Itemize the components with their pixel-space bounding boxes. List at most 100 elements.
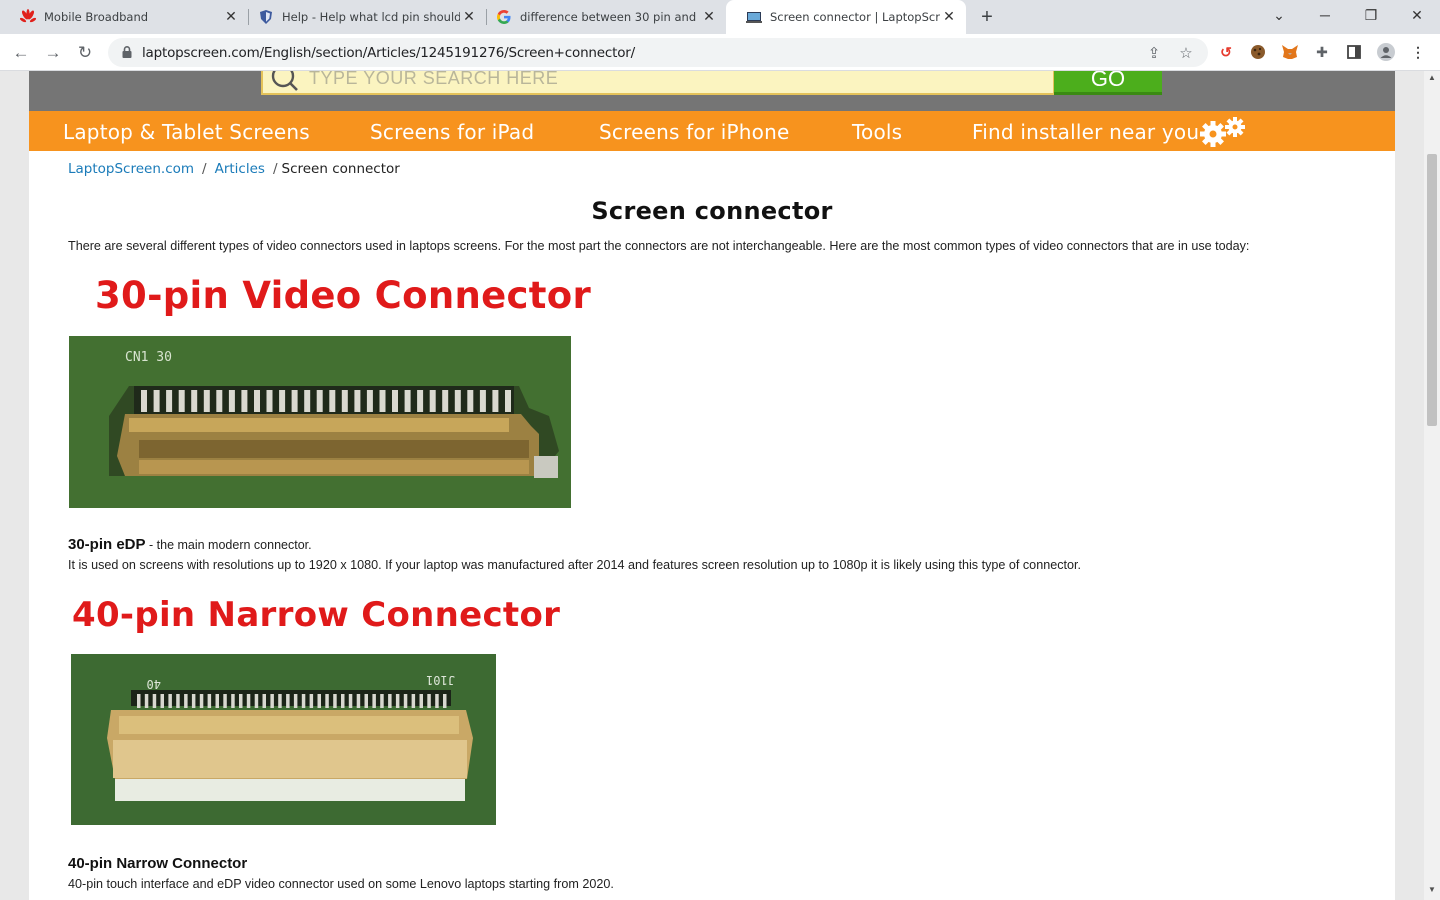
connector-pin bbox=[492, 390, 499, 412]
nav-find-installer[interactable]: Find installer near you bbox=[972, 120, 1199, 144]
tab-google-search[interactable]: difference between 30 pin and 40 ✕ bbox=[476, 0, 726, 34]
connector-pin bbox=[411, 694, 416, 708]
connector-pin bbox=[168, 694, 172, 708]
connector-pin bbox=[417, 390, 424, 412]
scroll-thumb[interactable] bbox=[1427, 154, 1437, 426]
connector-pin bbox=[199, 694, 204, 708]
nav-laptop-tablet-screens[interactable]: Laptop & Tablet Screens bbox=[63, 120, 310, 144]
tab-help[interactable]: Help - Help what lcd pin should i ✕ bbox=[238, 0, 486, 34]
tab-mobile-broadband[interactable]: Mobile Broadband ✕ bbox=[0, 0, 248, 34]
main-nav: Laptop & Tablet Screens Screens for iPad… bbox=[29, 111, 1395, 151]
connector-pin bbox=[429, 390, 436, 412]
connector-40pin-description: 40-pin touch interface and eDP video con… bbox=[68, 877, 614, 891]
connector-40pin-photo: 40 J101 bbox=[71, 654, 496, 825]
back-arrow-icon[interactable]: ← bbox=[8, 40, 34, 66]
share-icon[interactable]: ⇪ bbox=[1144, 43, 1164, 63]
tab-search-icon[interactable]: ⌄ bbox=[1256, 0, 1302, 30]
connector-pin bbox=[317, 694, 321, 708]
nav-screens-ipad[interactable]: Screens for iPad bbox=[370, 120, 534, 144]
extensions-puzzle-icon[interactable]: ✚ bbox=[1312, 42, 1332, 62]
connector-40pin-caption: 40-pin Narrow Connector bbox=[68, 855, 248, 872]
connector-pin bbox=[341, 694, 345, 708]
restore-button[interactable]: ❐ bbox=[1348, 0, 1394, 30]
connector-pin bbox=[254, 390, 260, 412]
site-container: TYPE YOUR SEARCH HERE GO Laptop & Tablet… bbox=[29, 71, 1395, 900]
connector-30pin-caption: 30-pin eDP - the main modern connector. bbox=[68, 536, 312, 553]
breadcrumb-home-link[interactable]: LaptopScreen.com bbox=[68, 161, 194, 177]
connector-pin bbox=[279, 390, 286, 412]
connector-pin bbox=[388, 694, 392, 708]
google-icon bbox=[496, 9, 512, 25]
close-tab-icon[interactable]: ✕ bbox=[700, 8, 718, 26]
browser-toolbar: ← → ↻ laptopscreen.com/English/section/A… bbox=[0, 34, 1440, 71]
connector-30pin-description: It is used on screens with resolutions u… bbox=[68, 558, 1081, 572]
forward-arrow-icon[interactable]: → bbox=[40, 40, 66, 66]
connector-pin bbox=[505, 390, 511, 412]
connector-pin bbox=[329, 390, 336, 412]
nav-screens-iphone[interactable]: Screens for iPhone bbox=[599, 120, 790, 144]
connector-pin bbox=[254, 694, 259, 708]
connector-pin bbox=[392, 390, 398, 412]
pcb-label: J101 bbox=[426, 673, 455, 687]
breadcrumb-separator: / bbox=[202, 161, 207, 177]
connector-pin bbox=[341, 390, 348, 412]
new-tab-button[interactable]: + bbox=[976, 6, 998, 28]
connector-pin bbox=[262, 694, 266, 708]
connector-pin bbox=[403, 694, 408, 708]
metamask-fox-icon[interactable] bbox=[1280, 42, 1300, 62]
connector-pin bbox=[152, 694, 157, 708]
connector-pin bbox=[153, 390, 160, 412]
breadcrumb-articles-link[interactable]: Articles bbox=[215, 161, 265, 177]
site-search-box[interactable]: TYPE YOUR SEARCH HERE bbox=[261, 71, 1055, 95]
connector-pin bbox=[454, 390, 461, 412]
close-tab-icon[interactable]: ✕ bbox=[940, 8, 958, 26]
connector-pin bbox=[395, 694, 400, 708]
shield-icon bbox=[258, 9, 274, 25]
tab-title: Help - Help what lcd pin should i bbox=[282, 10, 460, 24]
connector-pin bbox=[160, 694, 164, 708]
connector-pin bbox=[137, 694, 141, 708]
connector-pin bbox=[348, 694, 353, 708]
tab-title: difference between 30 pin and 40 bbox=[520, 10, 700, 24]
connector-pin bbox=[309, 694, 314, 708]
go-button[interactable]: GO bbox=[1054, 71, 1162, 95]
bookmark-star-icon[interactable]: ☆ bbox=[1176, 43, 1196, 63]
side-panel-icon[interactable] bbox=[1344, 42, 1364, 62]
connector-pin bbox=[316, 390, 323, 412]
minimize-button[interactable]: ─ bbox=[1302, 0, 1348, 30]
connector-pin bbox=[191, 694, 196, 708]
connector-pin bbox=[286, 694, 290, 708]
laptopscreen-icon bbox=[746, 9, 762, 25]
connector-pin bbox=[380, 694, 384, 708]
lock-icon[interactable] bbox=[120, 45, 134, 59]
scroll-down-arrow-icon[interactable]: ▼ bbox=[1424, 883, 1440, 897]
scroll-up-arrow-icon[interactable]: ▲ bbox=[1424, 71, 1440, 85]
address-bar[interactable]: laptopscreen.com/English/section/Article… bbox=[108, 38, 1208, 67]
connector-pin bbox=[144, 694, 149, 708]
connector-pin bbox=[293, 694, 298, 708]
profile-avatar-icon[interactable] bbox=[1376, 42, 1396, 62]
connector-pin bbox=[191, 390, 198, 412]
search-icon bbox=[271, 71, 299, 94]
reload-icon[interactable]: ↻ bbox=[72, 40, 98, 66]
connector-30pin-photo: CN1 30 bbox=[69, 336, 571, 508]
close-window-button[interactable]: ✕ bbox=[1394, 0, 1440, 30]
connector-pin bbox=[184, 694, 188, 708]
connector-pin bbox=[228, 390, 235, 412]
nav-tools[interactable]: Tools bbox=[852, 120, 902, 144]
extension-red-icon[interactable]: ↺ bbox=[1216, 42, 1236, 62]
connector-30pin-subtitle: - the main modern connector. bbox=[145, 538, 312, 552]
connector-pin bbox=[442, 390, 449, 412]
connector-pin bbox=[278, 694, 282, 708]
connector-pin bbox=[266, 390, 273, 412]
connector-pin bbox=[304, 390, 311, 412]
page-scrollbar[interactable]: ▲ ▼ bbox=[1424, 71, 1440, 900]
tab-screen-connector[interactable]: Screen connector | LaptopScreen ✕ bbox=[726, 0, 966, 34]
connector-pin bbox=[215, 694, 219, 708]
connector-30pin-name: 30-pin eDP bbox=[68, 536, 146, 553]
page-viewport: TYPE YOUR SEARCH HERE GO Laptop & Tablet… bbox=[0, 71, 1424, 900]
connector-pin bbox=[176, 694, 180, 708]
menu-kebab-icon[interactable]: ⋮ bbox=[1408, 42, 1428, 62]
connector-pin bbox=[223, 694, 227, 708]
cookie-extension-icon[interactable] bbox=[1248, 42, 1268, 62]
